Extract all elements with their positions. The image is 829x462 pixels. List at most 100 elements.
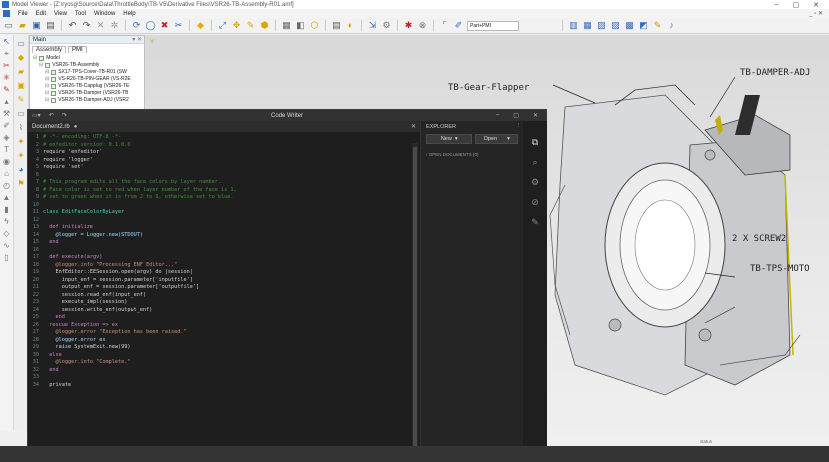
explode-icon[interactable]: ✳: [2, 73, 12, 83]
folder-icon[interactable]: ▰: [16, 66, 27, 77]
editor-tab-document[interactable]: Document2.rb: [32, 124, 70, 130]
tag-icon[interactable]: ⌂: [2, 169, 12, 179]
document-icon[interactable]: ▤: [331, 20, 342, 31]
code-line[interactable]: 4 require 'logger': [28, 157, 420, 165]
code-line[interactable]: 32 end: [28, 367, 420, 375]
tree-item[interactable]: ⊟ VSR26-TB-Damper-ADJ (VSR2: [33, 97, 141, 104]
code-line[interactable]: 7 # This program edits all the face color…: [28, 179, 420, 187]
code-line[interactable]: 10: [28, 202, 420, 210]
view-bottom-icon[interactable]: ▩: [624, 20, 635, 31]
menu-tool[interactable]: Tool: [75, 11, 86, 17]
redo-icon[interactable]: ↷: [62, 112, 67, 119]
expand-toggle-icon[interactable]: ⊟: [45, 76, 49, 83]
view-front-icon[interactable]: ▥: [568, 20, 579, 31]
maximize-button[interactable]: ▢: [793, 1, 800, 9]
view-side-icon[interactable]: ▧: [596, 20, 607, 31]
clip-icon[interactable]: ⌇: [16, 122, 27, 133]
picture-icon[interactable]: ▣: [16, 80, 27, 91]
code-line[interactable]: 27 @logger.error "Exception has been rai…: [28, 329, 420, 337]
tree-item[interactable]: ⊟ Model: [33, 55, 141, 62]
code-line[interactable]: 8 # Face color is set to red when layer n…: [28, 187, 420, 195]
code-line[interactable]: 2 # enfeditor version: 0.1.0.0: [28, 142, 420, 150]
mdi-controls[interactable]: _ ▫ ✕: [809, 10, 823, 17]
code-line[interactable]: 6: [28, 172, 420, 180]
measure-distance-icon[interactable]: ⌖: [2, 49, 12, 59]
circle-icon[interactable]: ◯: [145, 20, 156, 31]
layers-icon[interactable]: ◧: [295, 20, 306, 31]
cylinder-icon[interactable]: ▮: [2, 205, 12, 215]
menu-edit[interactable]: Edit: [36, 11, 46, 17]
code-line[interactable]: 33: [28, 374, 420, 382]
open-document-button[interactable]: Open ▾: [475, 134, 518, 144]
code-line[interactable]: 5 require 'set': [28, 164, 420, 172]
expand-toggle-icon[interactable]: ⊟: [45, 97, 49, 104]
explorer-pin-icon[interactable]: ⫶: [518, 123, 519, 130]
paint-icon[interactable]: ◈: [2, 133, 12, 143]
curve-icon[interactable]: ∿: [2, 241, 12, 251]
open-documents-section[interactable]: › OPEN DOCUMENTS (0): [421, 146, 523, 163]
code-line[interactable]: 34 private: [28, 382, 420, 390]
code-line[interactable]: 11 class EditFaceColorByLayer: [28, 209, 420, 217]
undo-icon[interactable]: ↶: [67, 20, 78, 31]
debug-icon[interactable]: ⚙: [530, 177, 541, 188]
code-line[interactable]: 18 @logger.info "Processing ENF Editor..…: [28, 262, 420, 270]
undo-icon[interactable]: ↶: [49, 112, 54, 119]
frame-icon[interactable]: ⌜: [439, 20, 450, 31]
files-icon[interactable]: ⧉: [530, 137, 541, 148]
code-line[interactable]: 28 @logger.error ex: [28, 337, 420, 345]
code-line[interactable]: 22 session.read_enf(input_enf): [28, 292, 420, 300]
menu-window[interactable]: Window: [94, 11, 115, 17]
visibility-checkbox[interactable]: [51, 91, 57, 96]
panel-controls[interactable]: ▾ ✕: [132, 36, 142, 43]
visibility-checkbox[interactable]: [51, 84, 57, 89]
view-iso-icon[interactable]: ▨: [610, 20, 621, 31]
expand-toggle-icon[interactable]: ⊟: [33, 55, 37, 62]
tab-pmi[interactable]: PMI: [68, 46, 87, 53]
view-right-icon[interactable]: ◩: [638, 20, 649, 31]
scissor-icon[interactable]: ✂: [173, 20, 184, 31]
code-line[interactable]: 13 def initialize: [28, 224, 420, 232]
wrench-icon[interactable]: ⚒: [2, 109, 12, 119]
code-line[interactable]: 25 end: [28, 314, 420, 322]
target-icon[interactable]: ⊗: [417, 20, 428, 31]
code-line[interactable]: 9 # set to green when it is from 2 to 9, …: [28, 194, 420, 202]
visibility-checkbox[interactable]: [51, 77, 57, 82]
edit-tool-icon[interactable]: ✎: [530, 217, 541, 228]
ruler-icon[interactable]: ▭: [16, 108, 27, 119]
close-tab-icon[interactable]: ✕: [411, 123, 416, 130]
code-line[interactable]: 29 raise SystemExit.new(99): [28, 344, 420, 352]
drop-icon[interactable]: ◕: [16, 164, 27, 175]
tree-tool-icon[interactable]: ▭: [16, 38, 27, 49]
edit-icon[interactable]: ✐: [453, 20, 464, 31]
gauge-icon[interactable]: ◴: [2, 181, 12, 191]
fit-view-icon[interactable]: ⤢: [217, 20, 228, 31]
view-top-icon[interactable]: ▦: [582, 20, 593, 31]
search-icon[interactable]: ⌕: [530, 157, 541, 168]
cube-icon[interactable]: ⬡: [309, 20, 320, 31]
pen-icon[interactable]: ✐: [2, 121, 12, 131]
cw-close-button[interactable]: ✕: [533, 112, 538, 119]
menu-view[interactable]: View: [54, 11, 67, 17]
chart-icon[interactable]: ▴: [2, 97, 12, 107]
visibility-checkbox[interactable]: [51, 98, 57, 103]
color-icon[interactable]: ◐: [345, 20, 356, 31]
redo-icon[interactable]: ↷: [81, 20, 92, 31]
cut-icon[interactable]: ✕: [95, 20, 106, 31]
code-line[interactable]: 24 session.write_enf(output_enf): [28, 307, 420, 315]
sound-icon[interactable]: ♪: [666, 20, 677, 31]
cw-minimize-button[interactable]: –: [496, 112, 499, 119]
paper-icon[interactable]: ▯: [2, 253, 12, 263]
scrollbar-thumb[interactable]: [413, 147, 417, 447]
expand-toggle-icon[interactable]: ⊟: [45, 69, 49, 76]
palette-icon[interactable]: ◆: [16, 52, 27, 63]
tree-item[interactable]: ⊟ VSR26-TB-Capplug (VSR26-TE: [33, 83, 141, 90]
part-icon[interactable]: ⬢: [259, 20, 270, 31]
tab-assembly[interactable]: Assembly: [32, 46, 67, 53]
cw-maximize-button[interactable]: ▢: [513, 112, 519, 119]
open-folder-icon[interactable]: ▰: [17, 20, 28, 31]
tree-item[interactable]: ⊟ VSR26-TB-Damper (VSR26-TB: [33, 90, 141, 97]
cone-icon[interactable]: ▲: [2, 193, 12, 203]
text-icon[interactable]: T: [2, 145, 12, 155]
code-line[interactable]: 14 @logger = Logger.new(STDOUT): [28, 232, 420, 240]
extensions-icon[interactable]: ⊘: [530, 197, 541, 208]
